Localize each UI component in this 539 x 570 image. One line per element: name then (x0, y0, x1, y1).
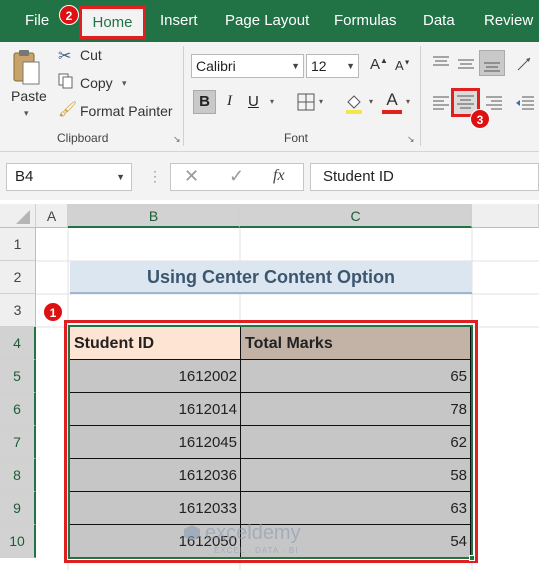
underline-dropdown-icon[interactable]: ▾ (270, 97, 274, 106)
fill-handle[interactable] (469, 555, 475, 561)
top-align-icon[interactable] (430, 52, 452, 74)
cut-icon[interactable]: ✂ (58, 46, 71, 66)
chevron-down-icon: ▼ (346, 61, 355, 71)
step-badge-2: 2 (59, 5, 79, 25)
tab-formulas[interactable]: Formulas (334, 12, 397, 29)
watermark-tagline: EXCEL · DATA · BI (214, 546, 299, 555)
chevron-down-icon: ▼ (291, 61, 300, 71)
formula-input[interactable]: Student ID (310, 163, 539, 191)
name-box[interactable]: B4 ▼ (6, 163, 132, 191)
paste-dropdown-icon[interactable]: ▾ (24, 108, 29, 119)
row-header[interactable]: 4 (0, 327, 36, 360)
watermark: exceldemy (205, 522, 301, 544)
select-all-corner[interactable] (0, 204, 36, 228)
more-options-icon[interactable]: ⋮ (148, 168, 162, 185)
fill-color-icon[interactable] (344, 92, 364, 114)
font-color-letter: A (386, 90, 398, 109)
align-left-icon[interactable] (430, 92, 452, 114)
row-header[interactable]: 6 (0, 393, 36, 426)
bottom-align-icon[interactable] (479, 50, 505, 76)
row-header[interactable]: 9 (0, 492, 36, 525)
row-header[interactable]: 7 (0, 426, 36, 459)
tab-review[interactable]: Review (484, 12, 533, 29)
cut-button[interactable]: Cut (80, 47, 102, 63)
bold-button[interactable]: B (193, 90, 216, 114)
sheet-title[interactable]: Using Center Content Option (70, 261, 472, 294)
row-header[interactable]: 10 (0, 525, 36, 558)
row-header[interactable]: 2 (0, 261, 36, 294)
divider (420, 46, 421, 146)
row-header[interactable]: 1 (0, 228, 36, 261)
exceldemy-logo-icon (183, 524, 201, 542)
paste-button[interactable]: Paste (11, 88, 47, 104)
divider (183, 46, 184, 146)
formula-controls: ✕ ✓ fx (170, 163, 304, 191)
middle-align-icon[interactable] (455, 52, 477, 74)
column-header-a[interactable]: A (36, 204, 68, 228)
paste-icon[interactable] (11, 48, 43, 88)
clipboard-group-label: Clipboard (57, 131, 109, 145)
column-header-c[interactable]: C (240, 204, 472, 228)
font-launcher-icon[interactable]: ↘ (407, 134, 415, 145)
decrease-font-icon[interactable]: A▼ (395, 58, 411, 73)
insert-function-button[interactable]: fx (273, 167, 285, 185)
ribbon: Paste ▾ ✂ Cut Copy ▾ 🖌 Format Painter Cl… (0, 42, 539, 152)
underline-button[interactable]: U (248, 93, 259, 110)
clipboard-launcher-icon[interactable]: ↘ (173, 134, 181, 145)
tab-insert[interactable]: Insert (160, 12, 198, 29)
orientation-icon[interactable] (514, 52, 536, 74)
tab-data[interactable]: Data (423, 12, 455, 29)
increase-font-icon[interactable]: A▲ (370, 56, 388, 73)
menu-bar: File Home Insert Page Layout Formulas Da… (0, 0, 539, 42)
copy-dropdown-icon[interactable]: ▾ (122, 78, 127, 89)
row-header[interactable]: 3 (0, 294, 36, 327)
tab-file[interactable]: File (25, 12, 49, 29)
enter-icon[interactable]: ✓ (229, 166, 244, 187)
fill-color-dropdown-icon[interactable]: ▾ (369, 97, 373, 106)
row-header[interactable]: 8 (0, 459, 36, 492)
tab-home[interactable]: Home (79, 6, 146, 39)
copy-button[interactable]: Copy (80, 75, 113, 91)
font-group-label: Font (284, 131, 309, 145)
font-size-select[interactable]: 12 ▼ (306, 54, 359, 78)
italic-button[interactable]: I (227, 93, 232, 110)
borders-icon[interactable] (297, 93, 315, 111)
format-painter-icon[interactable]: 🖌 (58, 100, 77, 118)
borders-dropdown-icon[interactable]: ▾ (319, 97, 323, 106)
chevron-down-icon[interactable]: ▼ (116, 164, 125, 190)
row-header[interactable]: 5 (0, 360, 36, 393)
tab-page-layout[interactable]: Page Layout (225, 12, 309, 29)
format-painter-button[interactable]: Format Painter (80, 103, 173, 119)
step-badge-3: 3 (470, 109, 490, 129)
font-size-value: 12 (311, 58, 327, 74)
font-color-icon[interactable]: A (381, 90, 403, 116)
font-name-select[interactable]: Calibri ▼ (191, 54, 304, 78)
font-name-value: Calibri (196, 58, 236, 74)
copy-icon[interactable] (58, 73, 74, 89)
column-header-b[interactable]: B (68, 204, 240, 228)
cancel-icon[interactable]: ✕ (184, 166, 199, 187)
font-color-dropdown-icon[interactable]: ▾ (406, 97, 410, 106)
step-badge-1: 1 (43, 302, 63, 322)
name-box-value: B4 (15, 168, 34, 185)
column-header-d[interactable] (472, 204, 539, 228)
decrease-indent-icon[interactable] (514, 92, 536, 114)
